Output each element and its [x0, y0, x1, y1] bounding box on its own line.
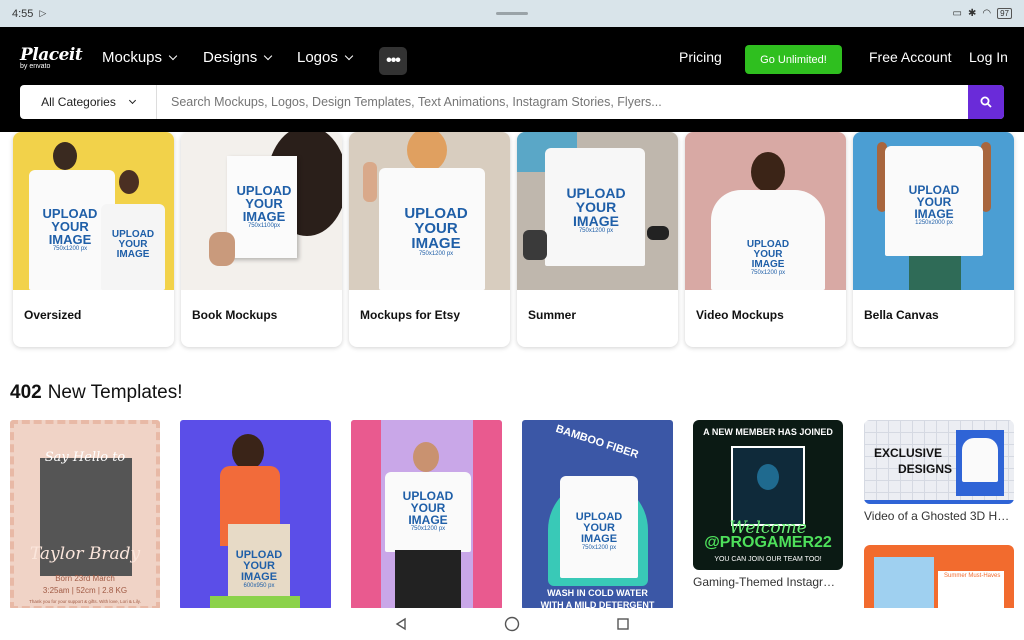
login-link[interactable]: Log In [969, 49, 1008, 65]
more-menu-button[interactable]: ••• [379, 47, 407, 75]
template-caption[interactable]: Video of a Ghosted 3D H… [864, 509, 1016, 523]
home-icon[interactable] [504, 616, 520, 632]
category-image: UPLOAD YOUR IMAGE 750x1200 px [349, 132, 510, 290]
templates-heading: 402 New Templates! [10, 382, 183, 404]
category-card-video-mockups[interactable]: UPLOAD YOUR IMAGE 750x1200 px Video Mockups [685, 132, 846, 347]
free-account-link[interactable]: Free Account [869, 49, 952, 65]
window-handle[interactable] [496, 12, 528, 15]
back-icon[interactable] [394, 617, 408, 631]
battery-icon: 97 [997, 8, 1012, 19]
category-card-book-mockups[interactable]: UPLOAD YOUR IMAGE 750x1100px Book Mockups [181, 132, 342, 347]
templates-count: 402 [10, 382, 42, 403]
category-image: UPLOAD YOUR IMAGE 1250x2000 px [853, 132, 1014, 290]
category-select[interactable]: All Categories [20, 85, 157, 119]
template-bamboo-fiber[interactable]: BAMBOO FIBER UPLOAD YOUR IMAGE 750x1200 px … [522, 420, 673, 610]
category-label: Bella Canvas [864, 308, 939, 322]
category-label: Video Mockups [696, 308, 784, 322]
category-image: UPLOAD YOUR IMAGE 750x1200 px UPLOAD YOUR IMA… [13, 132, 174, 290]
pricing-link[interactable]: Pricing [679, 49, 722, 65]
search-button[interactable] [968, 85, 1004, 119]
template-tote-bag-mockup[interactable]: UPLOAD YOUR IMAGE 600x950 px [180, 420, 331, 610]
template-summer-must-haves[interactable]: Summer Must-Haves [864, 545, 1014, 610]
chevron-down-icon [168, 51, 178, 61]
clock: 4:55 [12, 7, 34, 20]
chevron-down-icon [128, 96, 136, 105]
chevron-down-icon [344, 51, 354, 61]
category-label: Summer [528, 308, 577, 322]
category-image: UPLOAD YOUR IMAGE 750x1200 px [685, 132, 846, 290]
wifi-icon: ◠ [982, 8, 992, 19]
search-input[interactable] [157, 85, 968, 119]
recents-icon[interactable] [616, 617, 630, 631]
category-label: Mockups for Etsy [360, 308, 461, 322]
category-label: Oversized [24, 308, 82, 322]
system-nav-bar [0, 608, 1024, 640]
menu-designs[interactable]: Designs [203, 49, 273, 66]
template-etsy-tee[interactable]: UPLOAD YOUR IMAGE 750x1200 px [351, 420, 502, 610]
category-card-oversized[interactable]: UPLOAD YOUR IMAGE 750x1200 px UPLOAD YOUR IMA… [13, 132, 174, 347]
category-card-mockups-for-etsy[interactable]: UPLOAD YOUR IMAGE 750x1200 px Mockups for E… [349, 132, 510, 347]
category-card-bella-canvas[interactable]: UPLOAD YOUR IMAGE 1250x2000 px Bella Canvas [853, 132, 1014, 347]
bluetooth-icon: ✱ [967, 8, 977, 19]
status-bar: 4:55 ▷ ▭ ✱ ◠ 97 [0, 0, 1024, 27]
menu-mockups[interactable]: Mockups [102, 49, 178, 66]
template-caption[interactable]: Gaming-Themed Instagr… [693, 575, 845, 589]
menu-logos[interactable]: Logos [297, 49, 354, 66]
cast-icon: ▷ [39, 8, 47, 18]
top-navbar: Placeit by envato Mockups Designs Logos … [0, 27, 1024, 132]
category-image: UPLOAD YOUR IMAGE 750x1100px [181, 132, 342, 290]
template-gaming-instagram[interactable]: A NEW MEMBER HAS JOINED Welcome @PROGAME… [693, 420, 843, 570]
search-icon [980, 96, 992, 108]
template-ghosted-hoodie[interactable]: EXCLUSIVE DESIGNS [864, 420, 1014, 504]
templates-label: New Templates! [47, 382, 183, 403]
category-carousel: UPLOAD YOUR IMAGE 750x1200 px UPLOAD YOUR IMA… [13, 132, 1014, 347]
go-unlimited-button[interactable]: Go Unlimited! [745, 45, 842, 74]
search-bar: All Categories [20, 85, 1004, 119]
vibrate-icon: ▭ [952, 8, 962, 19]
category-label: Book Mockups [192, 308, 278, 322]
chevron-down-icon [263, 51, 273, 61]
category-card-summer[interactable]: UPLOAD YOUR IMAGE 750x1200 px Summer [517, 132, 678, 347]
template-baby-announcement[interactable]: Say Hello to Taylor Brady Born 23rd Marc… [10, 420, 160, 610]
placeit-logo[interactable]: Placeit by envato [20, 45, 83, 75]
category-image: UPLOAD YOUR IMAGE 750x1200 px [517, 132, 678, 290]
